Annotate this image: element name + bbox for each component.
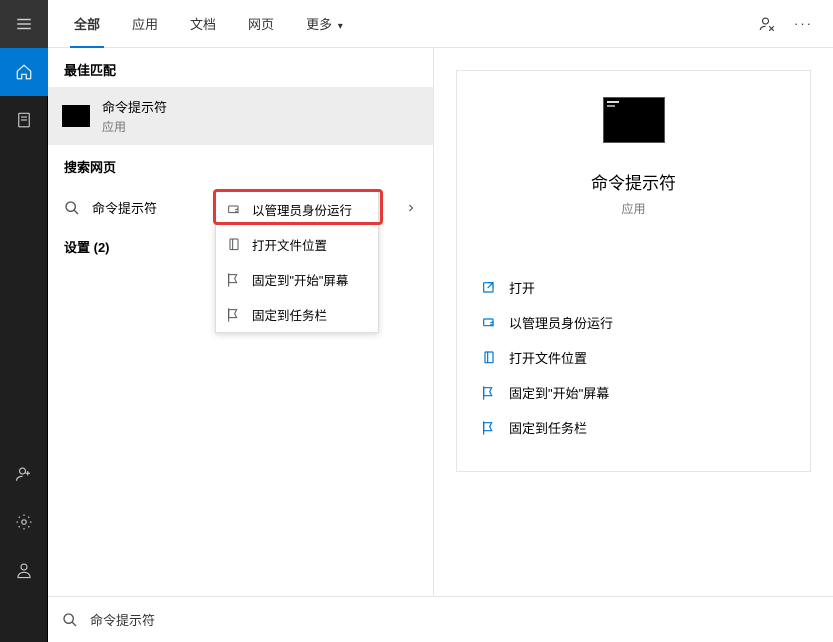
nav-settings[interactable]	[0, 498, 48, 546]
context-menu: 以管理员身份运行 打开文件位置 固定到"开始"屏幕	[215, 191, 379, 333]
ctx-run-as-admin[interactable]: 以管理员身份运行	[216, 192, 378, 227]
nav-add-user[interactable]	[0, 450, 48, 498]
action-open[interactable]: 打开	[475, 270, 792, 305]
shield-icon	[481, 315, 497, 331]
nav-account[interactable]	[0, 546, 48, 594]
section-search-web: 搜索网页	[48, 145, 433, 188]
search-icon	[64, 200, 80, 216]
action-pin-start[interactable]: 固定到"开始"屏幕	[475, 375, 792, 410]
action-run-as-admin[interactable]: 以管理员身份运行	[475, 305, 792, 340]
ctx-pin-taskbar[interactable]: 固定到任务栏	[216, 297, 378, 332]
tab-all[interactable]: 全部	[60, 0, 114, 47]
search-bar[interactable]: 命令提示符	[48, 596, 833, 642]
search-icon	[62, 612, 78, 628]
more-options-icon[interactable]: ···	[794, 16, 813, 31]
pin-icon	[226, 307, 242, 323]
search-results-column: 最佳匹配 命令提示符 应用 搜索网页 命令提示符 设置 (2)	[48, 48, 433, 642]
tab-web[interactable]: 网页	[234, 0, 288, 47]
nav-documents[interactable]	[0, 96, 48, 144]
nav-home[interactable]	[0, 48, 48, 96]
chevron-right-icon	[405, 202, 417, 214]
search-input[interactable]: 命令提示符	[90, 610, 155, 629]
pin-icon	[481, 385, 497, 401]
section-best-match: 最佳匹配	[48, 48, 433, 87]
tab-more[interactable]: 更多 ▾	[292, 0, 357, 47]
result-subtitle: 应用	[102, 118, 167, 135]
pin-icon	[481, 420, 497, 436]
open-icon	[481, 280, 497, 296]
preview-title: 命令提示符	[591, 169, 676, 194]
menu-button[interactable]	[0, 0, 48, 48]
pin-icon	[226, 272, 242, 288]
action-open-file-location[interactable]: 打开文件位置	[475, 340, 792, 375]
folder-icon	[481, 350, 497, 366]
preview-thumbnail-icon	[603, 97, 665, 143]
result-item-cmd[interactable]: 命令提示符 应用	[48, 87, 433, 145]
feedback-icon[interactable]	[758, 15, 776, 33]
result-thumbnail-icon	[62, 105, 90, 127]
preview-subtitle: 应用	[621, 200, 645, 217]
folder-icon	[226, 237, 242, 253]
result-title: 命令提示符	[102, 97, 167, 116]
search-web-query: 命令提示符	[92, 198, 157, 217]
filter-tabs: 全部 应用 文档 网页 更多 ▾ ···	[48, 0, 833, 48]
ctx-open-file-location[interactable]: 打开文件位置	[216, 227, 378, 262]
tab-app[interactable]: 应用	[118, 0, 172, 47]
action-pin-taskbar[interactable]: 固定到任务栏	[475, 410, 792, 445]
shield-icon	[226, 202, 242, 218]
preview-pane: 命令提示符 应用 打开 以管理员身份运行	[433, 48, 833, 642]
tab-doc[interactable]: 文档	[176, 0, 230, 47]
ctx-pin-start[interactable]: 固定到"开始"屏幕	[216, 262, 378, 297]
left-navigation-rail	[0, 0, 48, 642]
